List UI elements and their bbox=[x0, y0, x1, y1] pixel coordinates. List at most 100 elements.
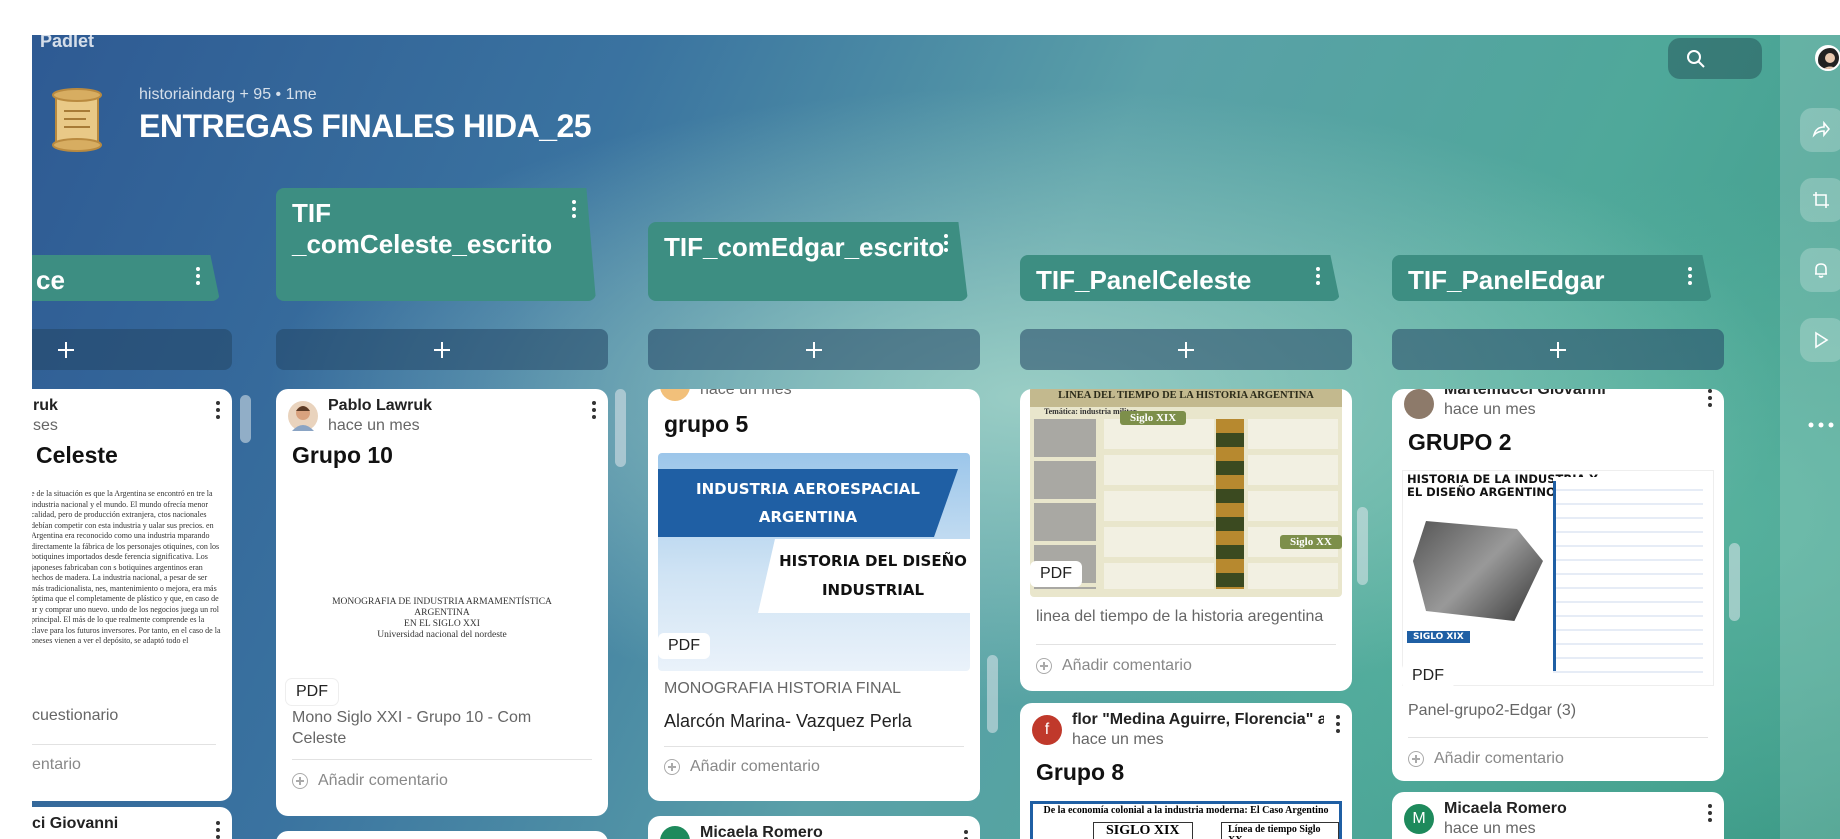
document-preview[interactable]: HISTORIA DE LA INDUSTRIA Y EL DISEÑO ARG… bbox=[1402, 470, 1714, 686]
pdf-badge: PDF bbox=[1402, 663, 1454, 689]
avatar bbox=[660, 389, 690, 401]
plus-icon bbox=[1178, 341, 1194, 358]
bell-icon bbox=[1815, 263, 1827, 278]
crop-icon bbox=[1813, 192, 1829, 208]
post-card[interactable]: hace un mes grupo 5 INDUSTRIA AEROESPACI… bbox=[648, 389, 980, 801]
right-toolbar bbox=[1780, 35, 1840, 839]
user-avatar[interactable] bbox=[1815, 45, 1840, 71]
post-author[interactable]: Micaela Romero bbox=[700, 824, 823, 839]
add-comment-icon bbox=[1036, 658, 1052, 674]
column-menu-icon[interactable] bbox=[944, 234, 948, 255]
padlet-board: Padlet historiaindarg + 95 • 1me ENTREGA… bbox=[32, 35, 1840, 839]
column-title: TIF _comCeleste_escrito bbox=[292, 198, 553, 259]
post-menu-icon[interactable] bbox=[216, 821, 220, 839]
pdf-badge: PDF bbox=[286, 679, 338, 705]
post-title: Celeste bbox=[36, 442, 118, 468]
scrollbar[interactable] bbox=[1729, 543, 1740, 621]
avatar bbox=[1404, 389, 1434, 419]
add-comment-label: entario bbox=[32, 756, 81, 773]
post-author[interactable]: Micaela Romero bbox=[1444, 800, 1567, 818]
plus-icon bbox=[1550, 341, 1566, 358]
post-card[interactable] bbox=[276, 831, 608, 839]
post-menu-icon[interactable] bbox=[1336, 715, 1340, 736]
column-header[interactable]: TIF_PanelEdgar bbox=[1392, 255, 1712, 301]
notifications-button[interactable] bbox=[1800, 248, 1840, 292]
add-post-button[interactable] bbox=[648, 329, 980, 370]
play-icon bbox=[1815, 331, 1829, 349]
add-comment-link[interactable]: Añadir comentario bbox=[292, 772, 448, 790]
column-1: TIF _comCeleste_escrito Pablo Lawruk hac… bbox=[276, 35, 608, 839]
avatar bbox=[660, 826, 690, 839]
plus-icon bbox=[58, 341, 74, 358]
scrollbar[interactable] bbox=[987, 655, 998, 733]
post-time: hace un mes bbox=[700, 389, 792, 398]
add-post-button[interactable] bbox=[1020, 329, 1352, 370]
scrollbar[interactable] bbox=[240, 395, 251, 443]
post-card[interactable]: M Micaela Romero hace un mes bbox=[1392, 792, 1724, 839]
document-preview: e de la situación es que la Argentina se… bbox=[32, 489, 221, 645]
add-comment-link[interactable]: Añadir comentario bbox=[664, 758, 820, 776]
column-0: ce ruk ses Celeste e de la situación es … bbox=[32, 35, 232, 839]
post-caption: Panel-grupo2-Edgar (3) bbox=[1408, 702, 1577, 719]
avatar: f bbox=[1032, 715, 1062, 745]
post-card[interactable]: f flor "Medina Aguirre, Florencia" ag ha… bbox=[1020, 703, 1352, 839]
add-comment-icon bbox=[292, 773, 308, 789]
pdf-badge: PDF bbox=[658, 633, 710, 659]
share-button[interactable] bbox=[1800, 108, 1840, 152]
pdf-badge: PDF bbox=[1030, 561, 1082, 587]
add-post-button[interactable] bbox=[32, 329, 232, 370]
post-menu-icon[interactable] bbox=[216, 401, 220, 422]
add-comment-icon bbox=[1408, 751, 1424, 767]
column-menu-icon[interactable] bbox=[1688, 267, 1692, 288]
post-card[interactable]: Martemucci Giovanni hace un mes GRUPO 2 … bbox=[1392, 389, 1724, 781]
slideshow-button[interactable] bbox=[1800, 318, 1840, 362]
column-3: TIF_PanelCeleste LINEA DEL TIEMPO DE LA … bbox=[1020, 35, 1352, 839]
post-menu-icon[interactable] bbox=[1708, 804, 1712, 825]
post-menu-icon[interactable] bbox=[964, 830, 968, 839]
post-menu-icon[interactable] bbox=[1708, 389, 1712, 410]
post-time: hace un mes bbox=[1444, 820, 1536, 837]
post-time: hace un mes bbox=[1072, 731, 1164, 748]
column-header[interactable]: TIF_PanelCeleste bbox=[1020, 255, 1340, 301]
post-subtext: Alarcón Marina- Vazquez Perla bbox=[664, 711, 912, 731]
post-card[interactable]: Pablo Lawruk hace un mes Grupo 10 MONOGR… bbox=[276, 389, 608, 816]
post-card[interactable]: ci Giovanni bbox=[32, 807, 232, 839]
post-time: ses bbox=[33, 417, 58, 434]
post-author: ci Giovanni bbox=[32, 815, 119, 832]
add-comment-label: Añadir comentario bbox=[690, 758, 820, 775]
column-2: TIF_comEdgar_escrito hace un mes grupo 5… bbox=[648, 35, 980, 839]
post-author[interactable]: Martemucci Giovanni bbox=[1444, 389, 1606, 399]
column-menu-icon[interactable] bbox=[572, 200, 576, 221]
remake-button[interactable] bbox=[1800, 178, 1840, 222]
post-card[interactable]: Micaela Romero bbox=[648, 816, 980, 839]
post-author: ruk bbox=[33, 397, 58, 414]
add-comment-link[interactable]: Añadir comentario bbox=[1408, 750, 1564, 768]
post-menu-icon[interactable] bbox=[592, 401, 596, 422]
add-comment-link[interactable]: entario bbox=[32, 756, 81, 774]
document-preview[interactable]: De la economía colonial a la industria m… bbox=[1030, 801, 1342, 839]
column-header[interactable]: TIF _comCeleste_escrito bbox=[276, 188, 596, 301]
post-card[interactable]: ruk ses Celeste e de la situación es que… bbox=[32, 389, 232, 801]
add-post-button[interactable] bbox=[276, 329, 608, 370]
column-menu-icon[interactable] bbox=[196, 267, 200, 288]
plus-icon bbox=[806, 341, 822, 358]
plus-icon bbox=[434, 341, 450, 358]
add-comment-label: Añadir comentario bbox=[318, 772, 448, 789]
column-title: ce bbox=[36, 265, 65, 295]
avatar bbox=[288, 401, 318, 431]
post-caption: cuestionario bbox=[32, 707, 119, 724]
column-header[interactable]: TIF_comEdgar_escrito bbox=[648, 222, 968, 301]
add-comment-label: Añadir comentario bbox=[1434, 750, 1564, 767]
more-icon[interactable] bbox=[1808, 415, 1834, 433]
add-comment-link[interactable]: Añadir comentario bbox=[1036, 657, 1192, 675]
post-author[interactable]: Pablo Lawruk bbox=[328, 397, 432, 415]
scrollbar[interactable] bbox=[1357, 507, 1368, 585]
column-header[interactable]: ce bbox=[32, 255, 220, 301]
post-card[interactable]: LINEA DEL TIEMPO DE LA HISTORIA ARGENTIN… bbox=[1020, 389, 1352, 691]
add-post-button[interactable] bbox=[1392, 329, 1724, 370]
column-menu-icon[interactable] bbox=[1316, 267, 1320, 288]
scrollbar[interactable] bbox=[615, 389, 626, 467]
post-title: GRUPO 2 bbox=[1408, 429, 1512, 455]
post-author[interactable]: flor "Medina Aguirre, Florencia" ag bbox=[1072, 711, 1324, 729]
post-caption: linea del tiempo de la historia aregenti… bbox=[1036, 608, 1324, 625]
